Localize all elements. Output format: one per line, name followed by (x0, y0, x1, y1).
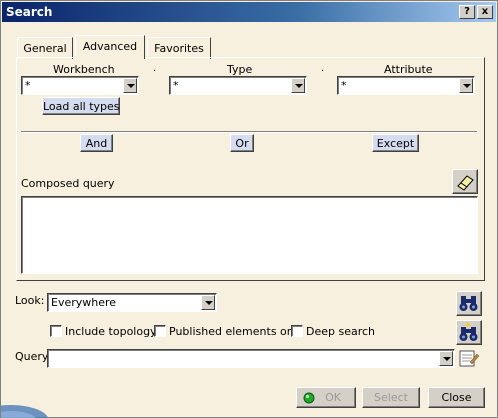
close-window-button[interactable]: x (477, 5, 493, 19)
window-title: Search (6, 5, 53, 19)
tab-advanced[interactable]: Advanced (75, 35, 145, 59)
load-all-types-button[interactable]: Load all types (42, 97, 120, 115)
tab-favorites[interactable]: Favorites (147, 37, 211, 59)
corner-decoration (1, 405, 49, 418)
title-bar: Search ? x (2, 2, 496, 22)
published-elements-checkbox[interactable] (154, 325, 166, 337)
composed-query-input[interactable] (21, 196, 478, 274)
attribute-combo[interactable]: * (337, 76, 475, 95)
search-dialog: Search ? x General Advanced Favorites Wo… (0, 0, 498, 418)
chevron-down-icon[interactable] (201, 295, 215, 310)
include-topology-checkbox[interactable] (50, 325, 62, 337)
and-button[interactable]: And (80, 134, 113, 152)
eraser-icon (457, 175, 474, 191)
published-elements-label: Published elements only (169, 325, 304, 338)
separator-dot: . (153, 63, 157, 74)
workbench-value: * (25, 79, 31, 92)
green-light-icon (303, 392, 315, 404)
or-button[interactable]: Or (230, 134, 254, 152)
chevron-down-icon[interactable] (123, 78, 137, 93)
search-add-button[interactable] (456, 320, 482, 345)
chevron-down-icon[interactable] (439, 351, 453, 366)
ok-button[interactable]: OK (296, 387, 356, 408)
type-combo[interactable]: * (169, 76, 307, 95)
attribute-label: Attribute (384, 63, 433, 76)
deep-search-checkbox[interactable] (291, 325, 303, 337)
tab-general[interactable]: General (17, 37, 73, 59)
workbench-combo[interactable]: * (21, 76, 139, 95)
notepad-icon (459, 350, 480, 367)
workbench-label: Workbench (53, 63, 115, 76)
favorites-button[interactable] (456, 346, 482, 372)
eraser-button[interactable] (452, 169, 478, 194)
query-label: Query: (15, 350, 52, 363)
look-combo[interactable]: Everywhere (47, 293, 217, 312)
binoculars-icon (459, 296, 478, 311)
chevron-down-icon[interactable] (291, 78, 305, 93)
separator-dot: . (321, 63, 325, 74)
look-label: Look: (15, 294, 45, 307)
ok-label: OK (325, 391, 341, 404)
composed-query-label: Composed query (21, 177, 115, 190)
type-label: Type (227, 63, 253, 76)
help-button[interactable]: ? (459, 5, 475, 19)
close-button[interactable]: Close (428, 387, 485, 408)
include-topology-label: Include topology (65, 325, 157, 338)
select-button[interactable]: Select (362, 387, 420, 408)
deep-search-label: Deep search (306, 325, 376, 338)
binoculars-add-icon (459, 322, 478, 341)
except-button[interactable]: Except (372, 134, 419, 152)
attribute-value: * (341, 79, 347, 92)
look-value: Everywhere (51, 296, 117, 309)
query-combo[interactable] (47, 349, 455, 368)
chevron-down-icon[interactable] (459, 78, 473, 93)
search-button[interactable] (456, 291, 482, 316)
type-value: * (173, 79, 179, 92)
divider (21, 131, 477, 133)
